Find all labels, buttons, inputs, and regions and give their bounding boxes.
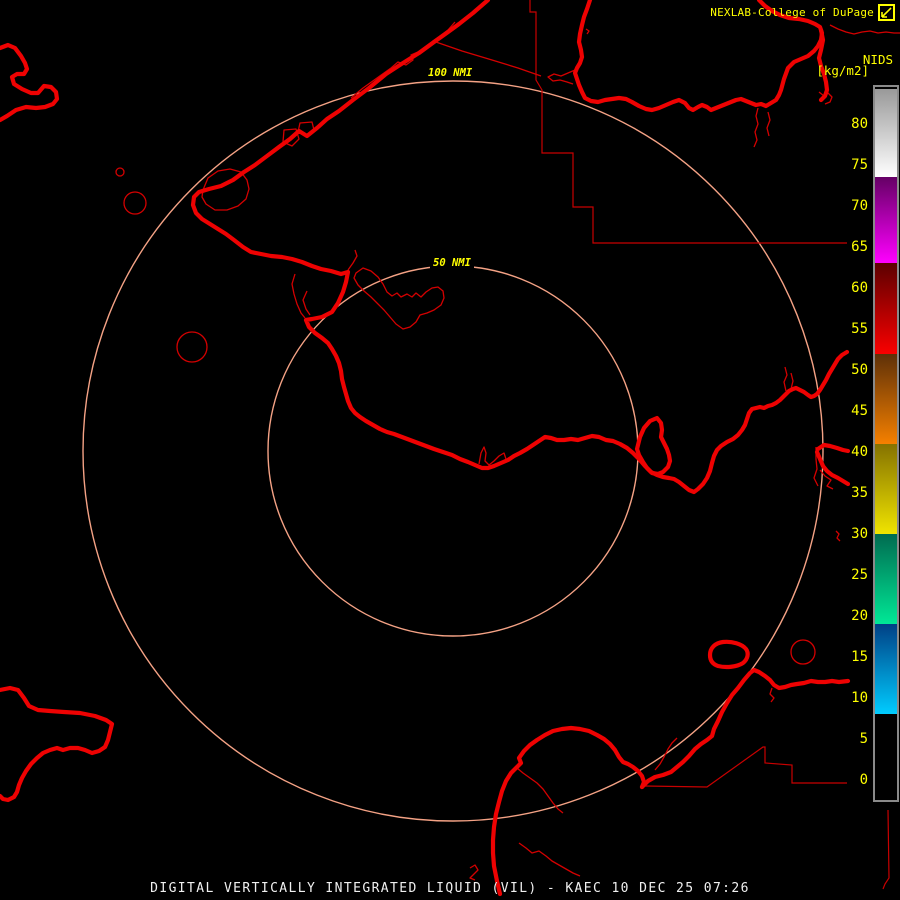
colorbar-tick-label: 40 — [851, 444, 868, 460]
range-ring-label-50nmi: 50 NMI — [430, 257, 474, 270]
coastline-thin — [547, 69, 576, 85]
range-rings — [82, 80, 824, 822]
coastline-thin — [654, 737, 678, 771]
range-ring-50nmi — [267, 265, 639, 637]
colorbar-tick-label: 5 — [859, 731, 868, 747]
range-ring-label-100nmi: 100 NMI — [425, 67, 476, 80]
coastline-thin — [516, 767, 564, 814]
coastlines — [0, 0, 851, 897]
island-northwest — [0, 42, 60, 123]
colorbar-tick-label: 25 — [851, 567, 868, 583]
coastline-thin — [783, 366, 788, 392]
colorbar-segment — [875, 263, 897, 354]
colorbar-tick-label: 30 — [851, 526, 868, 542]
colorbar-tick-label: 65 — [851, 239, 868, 255]
boundary-line — [882, 809, 890, 890]
colorbar-tick-label: 20 — [851, 608, 868, 624]
colorbar-tick-label: 75 — [851, 157, 868, 173]
colorbar-tick-label: 35 — [851, 485, 868, 501]
island-ring — [123, 191, 147, 215]
coastline-south-dome — [490, 725, 647, 897]
radar-map-canvas — [0, 0, 900, 897]
colorbar-segment — [875, 88, 897, 178]
college-of-dupage-logo-icon — [878, 4, 895, 21]
radar-display: NEXLAB-College of DuPage NIDS [kg/m2] 80… — [0, 0, 900, 900]
colorbar-segment — [875, 443, 897, 534]
units-label: [kg/m2] — [816, 63, 869, 78]
coastline-thin — [753, 107, 759, 148]
coastline-southeast — [639, 667, 851, 790]
colorbar-tick-label: 0 — [859, 772, 868, 788]
coastline-main — [190, 0, 850, 495]
colorbar-tick-label: 15 — [851, 649, 868, 665]
range-ring-100nmi — [82, 80, 824, 822]
colorbar-segment — [875, 534, 897, 625]
colorbar-tick-label: 10 — [851, 690, 868, 706]
coastline-thin — [835, 530, 841, 542]
coastline-detail — [115, 21, 900, 881]
colorbar-segment — [875, 624, 897, 715]
colorbar-tick-label: 55 — [851, 321, 868, 337]
island-ring — [176, 331, 208, 363]
reflectivity-colorbar — [873, 85, 899, 802]
colorbar-tick-label: 60 — [851, 280, 868, 296]
site-title: NEXLAB-College of DuPage — [710, 6, 874, 19]
colorbar-tick-label: 50 — [851, 362, 868, 378]
island-ring — [115, 167, 125, 177]
colorbar-segment — [875, 353, 897, 444]
colorbar-tick-label: 45 — [851, 403, 868, 419]
logo-diagonal — [881, 7, 892, 18]
island-ring — [790, 639, 816, 665]
island-southwest — [0, 685, 115, 803]
coastline-thin — [350, 21, 456, 99]
state-county-boundaries — [529, 0, 890, 890]
boundary-line — [529, 0, 847, 244]
header: NEXLAB-College of DuPage — [710, 4, 895, 21]
product-title: DIGITAL VERTICALLY INTEGRATED LIQUID (VI… — [150, 881, 750, 896]
coastline-thin — [469, 864, 479, 881]
coastline-thin — [790, 372, 794, 390]
coastline-thin — [518, 842, 581, 877]
coastline-thin — [302, 290, 311, 316]
bay-outline — [353, 267, 445, 330]
coastline-thin — [766, 111, 771, 137]
coastline-thin — [291, 273, 306, 319]
colorbar-segment — [875, 177, 897, 264]
coastline-thin — [347, 249, 358, 271]
colorbar-tick-label: 70 — [851, 198, 868, 214]
coastline-thin — [585, 28, 590, 35]
coastline-thin — [769, 687, 775, 703]
colorbar-tick-label: 80 — [851, 116, 868, 132]
lake-ring — [707, 639, 750, 670]
